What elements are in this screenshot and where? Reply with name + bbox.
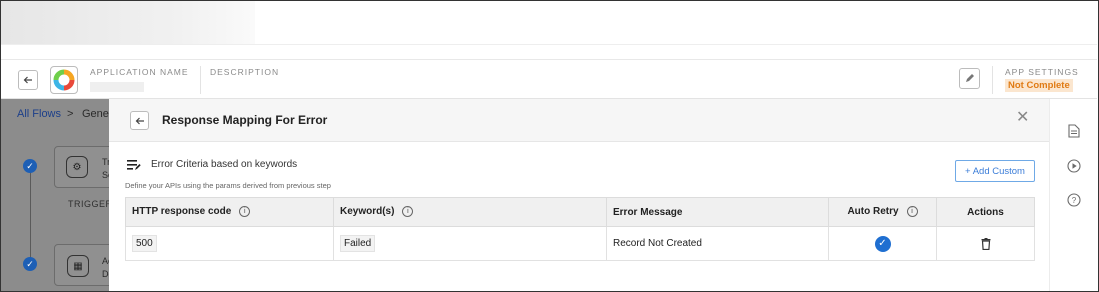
header-keywords: Keyword(s) i xyxy=(333,197,607,227)
header-actions-label: Actions xyxy=(967,206,1004,218)
header-http-code-label: HTTP response code xyxy=(132,206,232,218)
trigger-icon: ⚙ xyxy=(66,156,88,178)
status-badge[interactable]: Not Complete xyxy=(1005,79,1073,92)
application-name-value xyxy=(90,82,144,92)
header-keywords-label: Keyword(s) xyxy=(340,206,395,218)
table-row: 500 Failed Record Not Created ✓ xyxy=(125,226,1035,261)
info-icon[interactable]: i xyxy=(239,206,251,218)
action-card-subtitle: De xyxy=(102,269,109,279)
action-card[interactable]: ▦ Ac De xyxy=(54,244,109,286)
action-icon: ▦ xyxy=(67,255,89,277)
criteria-title: Error Criteria based on keywords xyxy=(151,159,298,170)
step-complete-icon: ✓ xyxy=(23,159,37,173)
right-rail: ? xyxy=(1049,99,1097,291)
pencil-icon xyxy=(966,74,974,82)
error-mapping-table: HTTP response code i Keyword(s) i Error Me… xyxy=(125,197,1035,261)
response-mapping-panel: Response Mapping For Error ✕ Error Crite… xyxy=(109,99,1049,291)
trash-icon[interactable] xyxy=(981,237,991,250)
document-icon[interactable] xyxy=(1067,124,1081,138)
info-icon[interactable]: i xyxy=(906,206,918,218)
header-auto-retry-label: Auto Retry xyxy=(847,206,899,218)
cell-keyword: Failed xyxy=(333,226,607,261)
play-circle-icon[interactable] xyxy=(1067,159,1081,173)
check-circle-icon[interactable]: ✓ xyxy=(874,235,891,252)
trigger-card[interactable]: ⚙ Tr Se xyxy=(54,146,109,188)
add-custom-button[interactable]: + Add Custom xyxy=(955,160,1035,182)
divider xyxy=(200,66,201,94)
arrow-left-icon xyxy=(135,117,144,124)
breadcrumb-current: Gener xyxy=(82,108,109,120)
application-name-label: APPLICATION NAME xyxy=(90,67,189,77)
header-auto-retry: Auto Retry i xyxy=(828,197,937,227)
criteria-list-icon xyxy=(127,160,141,170)
panel-back-button[interactable] xyxy=(130,111,149,130)
panel-header: Response Mapping For Error ✕ xyxy=(109,99,1049,142)
arrow-left-icon xyxy=(23,76,32,84)
divider xyxy=(992,66,993,94)
flow-canvas-overlay: All Flows > Gener ✓ ⚙ Tr Se TRIGGER ✓ ▦ … xyxy=(1,99,109,291)
cell-error-message: Record Not Created xyxy=(606,226,829,261)
svg-text:?: ? xyxy=(1072,196,1077,205)
trigger-card-subtitle: Se xyxy=(102,170,109,180)
step-complete-icon: ✓ xyxy=(23,257,37,271)
header-error-message-label: Error Message xyxy=(613,206,683,218)
header-http-code: HTTP response code i xyxy=(125,197,334,227)
error-message-value: Record Not Created xyxy=(613,238,702,249)
header-actions: Actions xyxy=(936,197,1035,227)
description-label: DESCRIPTION xyxy=(210,67,280,77)
action-card-title: Ac xyxy=(102,256,109,266)
breadcrumb-all-flows[interactable]: All Flows xyxy=(17,108,61,120)
header-back-button[interactable] xyxy=(18,70,38,90)
close-icon[interactable]: ✕ xyxy=(1016,110,1029,126)
keyword-chip[interactable]: Failed xyxy=(340,235,376,252)
criteria-subtitle: Define your APIs using the params derive… xyxy=(125,181,331,190)
panel-title: Response Mapping For Error xyxy=(162,113,328,127)
blurred-top-bar xyxy=(1,1,255,45)
app-logo-icon xyxy=(53,69,75,91)
flow-connector xyxy=(30,169,31,269)
edit-button[interactable] xyxy=(959,68,980,89)
app-logo xyxy=(50,66,78,94)
divider xyxy=(1,44,1097,45)
trigger-label: TRIGGER xyxy=(68,199,109,209)
app-settings-label: APP SETTINGS xyxy=(1005,67,1079,77)
workspace: All Flows > Gener ✓ ⚙ Tr Se TRIGGER ✓ ▦ … xyxy=(1,99,1097,291)
cell-http-code: 500 xyxy=(125,226,334,261)
trigger-card-title: Tr xyxy=(102,157,109,167)
cell-actions xyxy=(936,226,1035,261)
header-error-message: Error Message xyxy=(606,197,829,227)
breadcrumb-separator: > xyxy=(67,108,74,120)
help-circle-icon[interactable]: ? xyxy=(1067,193,1081,207)
table-header-row: HTTP response code i Keyword(s) i Error Me… xyxy=(125,197,1035,227)
app-header: APPLICATION NAME DESCRIPTION APP SETTING… xyxy=(1,59,1097,99)
cell-auto-retry: ✓ xyxy=(828,226,937,261)
http-code-value[interactable]: 500 xyxy=(132,235,157,252)
info-icon[interactable]: i xyxy=(402,206,414,218)
